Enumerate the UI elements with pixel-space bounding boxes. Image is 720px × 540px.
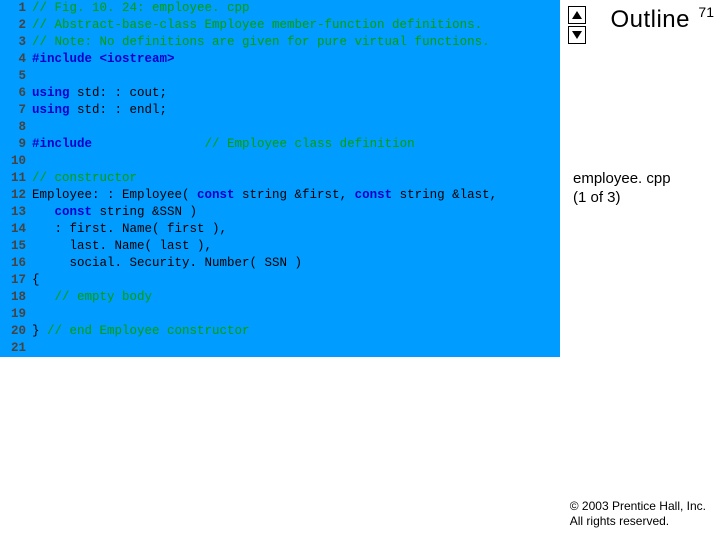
code-text xyxy=(32,340,560,357)
line-number: 16 xyxy=(0,255,32,272)
line-number: 2 xyxy=(0,17,32,34)
code-text xyxy=(32,306,560,323)
code-text: // Note: No definitions are given for pu… xyxy=(32,34,560,51)
code-text: #include <iostream> xyxy=(32,51,560,68)
code-text xyxy=(32,68,560,85)
code-line: 20} // end Employee constructor xyxy=(0,323,560,340)
sidebar-caption: employee. cpp (1 of 3) xyxy=(573,170,671,208)
copyright: © 2003 Prentice Hall, Inc. All rights re… xyxy=(570,499,706,530)
page-number: 71 xyxy=(698,4,714,20)
code-line: 7using std: : endl; xyxy=(0,102,560,119)
code-text xyxy=(32,153,560,170)
code-text: { xyxy=(32,272,560,289)
copyright-line1: © 2003 Prentice Hall, Inc. xyxy=(570,499,706,515)
line-number: 12 xyxy=(0,187,32,204)
code-text: const string &SSN ) xyxy=(32,204,560,221)
code-line: 4#include <iostream> xyxy=(0,51,560,68)
code-text: Employee: : Employee( const string &firs… xyxy=(32,187,560,204)
code-text: } // end Employee constructor xyxy=(32,323,560,340)
line-number: 1 xyxy=(0,0,32,17)
line-number: 17 xyxy=(0,272,32,289)
code-text: // Fig. 10. 24: employee. cpp xyxy=(32,0,560,17)
line-number: 6 xyxy=(0,85,32,102)
code-panel: 1// Fig. 10. 24: employee. cpp2// Abstra… xyxy=(0,0,560,357)
code-line: 16 social. Security. Number( SSN ) xyxy=(0,255,560,272)
line-number: 7 xyxy=(0,102,32,119)
sidebar-file: employee. cpp xyxy=(573,170,671,189)
line-number: 20 xyxy=(0,323,32,340)
line-number: 11 xyxy=(0,170,32,187)
triangle-up-icon xyxy=(572,11,582,19)
code-text: using std: : endl; xyxy=(32,102,560,119)
line-number: 13 xyxy=(0,204,32,221)
nav-prev-button[interactable] xyxy=(568,6,586,24)
code-text: // Abstract-base-class Employee member-f… xyxy=(32,17,560,34)
nav-buttons xyxy=(568,6,586,44)
code-line: 5 xyxy=(0,68,560,85)
code-line: 1// Fig. 10. 24: employee. cpp xyxy=(0,0,560,17)
code-line: 3// Note: No definitions are given for p… xyxy=(0,34,560,51)
sidebar-part: (1 of 3) xyxy=(573,189,671,208)
copyright-line2: All rights reserved. xyxy=(570,514,706,530)
line-number: 14 xyxy=(0,221,32,238)
triangle-down-icon xyxy=(572,31,582,39)
line-number: 8 xyxy=(0,119,32,136)
line-number: 10 xyxy=(0,153,32,170)
code-line: 10 xyxy=(0,153,560,170)
code-line: 18 // empty body xyxy=(0,289,560,306)
code-text: using std: : cout; xyxy=(32,85,560,102)
code-line: 11// constructor xyxy=(0,170,560,187)
line-number: 15 xyxy=(0,238,32,255)
line-number: 9 xyxy=(0,136,32,153)
code-line: 6using std: : cout; xyxy=(0,85,560,102)
code-line: 21 xyxy=(0,340,560,357)
nav-next-button[interactable] xyxy=(568,26,586,44)
line-number: 21 xyxy=(0,340,32,357)
code-line: 17{ xyxy=(0,272,560,289)
code-text: #include // Employee class definition xyxy=(32,136,560,153)
code-line: 2// Abstract-base-class Employee member-… xyxy=(0,17,560,34)
code-text: // empty body xyxy=(32,289,560,306)
line-number: 3 xyxy=(0,34,32,51)
outline-title: Outline xyxy=(610,6,690,34)
line-number: 5 xyxy=(0,68,32,85)
code-text: // constructor xyxy=(32,170,560,187)
code-line: 12Employee: : Employee( const string &fi… xyxy=(0,187,560,204)
code-line: 13 const string &SSN ) xyxy=(0,204,560,221)
line-number: 19 xyxy=(0,306,32,323)
code-line: 15 last. Name( last ), xyxy=(0,238,560,255)
code-line: 14 : first. Name( first ), xyxy=(0,221,560,238)
code-text: : first. Name( first ), xyxy=(32,221,560,238)
code-line: 8 xyxy=(0,119,560,136)
line-number: 18 xyxy=(0,289,32,306)
code-text xyxy=(32,119,560,136)
code-text: social. Security. Number( SSN ) xyxy=(32,255,560,272)
code-text: last. Name( last ), xyxy=(32,238,560,255)
line-number: 4 xyxy=(0,51,32,68)
code-line: 9#include // Employee class definition xyxy=(0,136,560,153)
code-line: 19 xyxy=(0,306,560,323)
